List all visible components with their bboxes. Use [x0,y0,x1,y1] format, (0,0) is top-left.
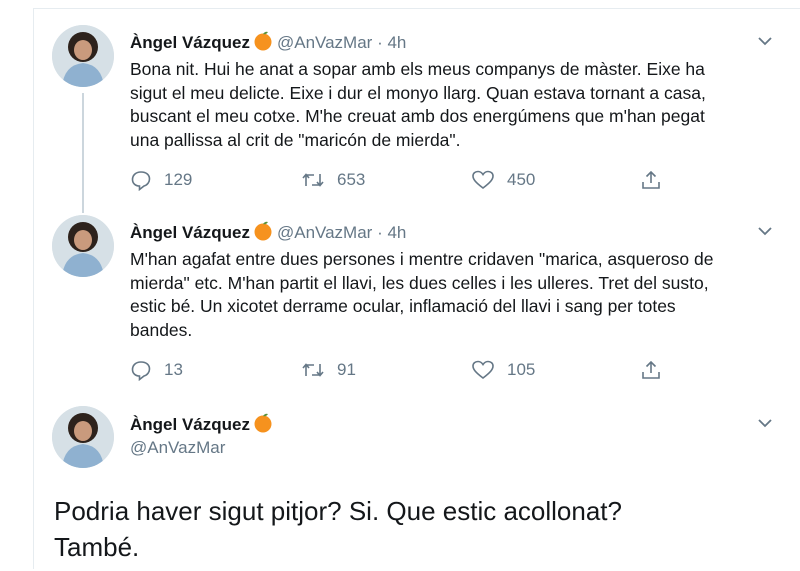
orange-emoji-icon [253,413,273,438]
avatar[interactable] [52,406,114,468]
like-button[interactable]: 105 [471,357,535,383]
retweet-button[interactable]: 653 [301,167,365,193]
user-handle[interactable]: @AnVazMar [130,438,225,457]
tweet-actions: 129 653 450 [130,167,690,193]
chevron-down-icon[interactable] [757,33,773,49]
user-handle[interactable]: @AnVazMar [277,33,372,52]
tweet-3-focused[interactable]: Àngel Vázquez @AnVazMar Podria haver sig… [34,399,800,571]
share-icon [642,170,660,189]
retweet-icon [302,363,324,377]
tweet-header: Àngel Vázquez @AnVazMar · 4h [130,31,406,56]
tweet-text: Podria haver sigut pitjor? Si. Que estic… [54,496,622,562]
avatar[interactable] [52,215,114,277]
timestamp[interactable]: 4h [387,33,406,52]
orange-emoji-icon [253,221,273,246]
tweet-thread: Àngel Vázquez @AnVazMar · 4h Bona nit. Hu… [33,8,800,569]
orange-emoji-icon [253,31,273,56]
chevron-down-icon[interactable] [757,415,773,431]
chevron-down-icon[interactable] [757,223,773,239]
share-button[interactable] [640,167,674,193]
tweet-text: M'han agafat entre dues persones i mentr… [130,249,714,340]
display-name[interactable]: Àngel Vázquez [130,415,250,434]
tweet-header: Àngel Vázquez @AnVazMar · 4h [130,221,406,246]
display-name[interactable]: Àngel Vázquez [130,33,250,52]
tweet-1[interactable]: Àngel Vázquez @AnVazMar · 4h Bona nit. Hu… [34,9,800,213]
retweet-icon [302,173,324,187]
avatar[interactable] [52,25,114,87]
like-button[interactable]: 450 [471,167,535,193]
retweet-count: 653 [337,170,366,189]
like-count: 105 [507,360,536,379]
like-count: 450 [507,170,536,189]
reply-button[interactable]: 13 [130,357,183,383]
separator-dot: · [377,223,383,242]
reply-button[interactable]: 129 [130,167,192,193]
display-name[interactable]: Àngel Vázquez [130,223,250,242]
user-handle[interactable]: @AnVazMar [277,223,372,242]
reply-count: 13 [164,360,183,379]
thread-line [82,93,84,213]
tweet-handle-row: @AnVazMar [130,438,225,458]
separator-dot: · [377,33,383,52]
share-icon [642,360,660,379]
reply-count: 129 [164,170,193,189]
tweet-actions: 13 91 105 [130,357,690,383]
tweet-header: Àngel Vázquez [130,413,277,438]
timestamp[interactable]: 4h [387,223,406,242]
reply-icon [131,171,151,191]
retweet-button[interactable]: 91 [301,357,356,383]
reply-icon [131,361,151,381]
like-icon [472,360,494,380]
tweet-text: Bona nit. Hui he anat a sopar amb els me… [130,59,706,150]
like-icon [472,170,494,190]
tweet-2[interactable]: Àngel Vázquez @AnVazMar · 4h M'han agafat… [34,209,800,399]
share-button[interactable] [640,357,674,383]
retweet-count: 91 [337,360,356,379]
